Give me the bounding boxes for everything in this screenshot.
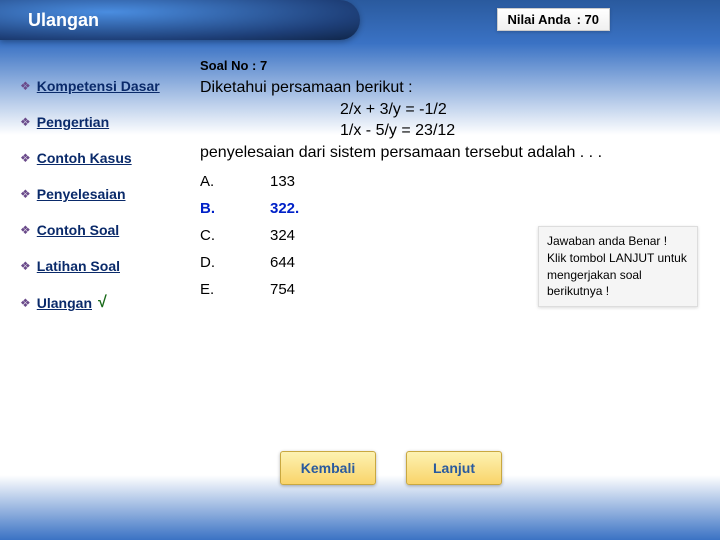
option-letter: C. (200, 227, 270, 244)
sidebar-item-label: Kompetensi Dasar (37, 78, 160, 94)
sidebar-item-kompetensi-dasar[interactable]: ❖ Kompetensi Dasar (20, 78, 180, 94)
sidebar-item-label: Ulangan (37, 295, 92, 311)
option-letter: D. (200, 254, 270, 271)
option-a[interactable]: A. 133 (200, 173, 700, 190)
bullet-icon: ❖ (20, 115, 31, 129)
sidebar: ❖ Kompetensi Dasar ❖ Pengertian ❖ Contoh… (0, 58, 190, 332)
check-icon: √ (98, 294, 107, 312)
bullet-icon: ❖ (20, 296, 31, 310)
sidebar-item-latihan-soal[interactable]: ❖ Latihan Soal (20, 258, 180, 274)
option-text: 322. (270, 200, 299, 217)
sidebar-item-label: Contoh Soal (37, 222, 119, 238)
next-button[interactable]: Lanjut (406, 451, 502, 485)
feedback-message: Jawaban anda Benar ! Klik tombol LANJUT … (538, 226, 698, 307)
equation-1: 2/x + 3/y = -1/2 (200, 99, 700, 121)
option-text: 754 (270, 281, 295, 298)
sidebar-item-penyelesaian[interactable]: ❖ Penyelesaian (20, 186, 180, 202)
sidebar-item-label: Contoh Kasus (37, 150, 132, 166)
bullet-icon: ❖ (20, 187, 31, 201)
option-b[interactable]: B. 322. (200, 200, 700, 217)
option-text: 133 (270, 173, 295, 190)
option-text: 324 (270, 227, 295, 244)
sidebar-item-contoh-kasus[interactable]: ❖ Contoh Kasus (20, 150, 180, 166)
option-letter: A. (200, 173, 270, 190)
option-text: 644 (270, 254, 295, 271)
question-text: Diketahui persamaan berikut : 2/x + 3/y … (200, 77, 700, 163)
main-content: Soal No : 7 Diketahui persamaan berikut … (190, 58, 720, 332)
sidebar-item-label: Pengertian (37, 114, 109, 130)
equation-2: 1/x - 5/y = 23/12 (200, 120, 700, 142)
sidebar-item-ulangan[interactable]: ❖ Ulangan √ (20, 294, 180, 312)
bullet-icon: ❖ (20, 79, 31, 93)
option-letter: E. (200, 281, 270, 298)
sidebar-item-label: Penyelesaian (37, 186, 126, 202)
score-label: Nilai Anda (508, 12, 571, 27)
bullet-icon: ❖ (20, 223, 31, 237)
question-line2: penyelesaian dari sistem persamaan terse… (200, 144, 602, 161)
back-button[interactable]: Kembali (280, 451, 376, 485)
sidebar-item-pengertian[interactable]: ❖ Pengertian (20, 114, 180, 130)
score-value: : 70 (577, 12, 599, 27)
sidebar-item-contoh-soal[interactable]: ❖ Contoh Soal (20, 222, 180, 238)
question-number: Soal No : 7 (200, 58, 700, 73)
question-line1: Diketahui persamaan berikut : (200, 79, 413, 96)
page-title: Ulangan (0, 0, 360, 40)
sidebar-item-label: Latihan Soal (37, 258, 120, 274)
page-title-text: Ulangan (28, 10, 99, 31)
option-letter: B. (200, 200, 270, 217)
bullet-icon: ❖ (20, 259, 31, 273)
score-box: Nilai Anda : 70 (497, 8, 611, 31)
bullet-icon: ❖ (20, 151, 31, 165)
